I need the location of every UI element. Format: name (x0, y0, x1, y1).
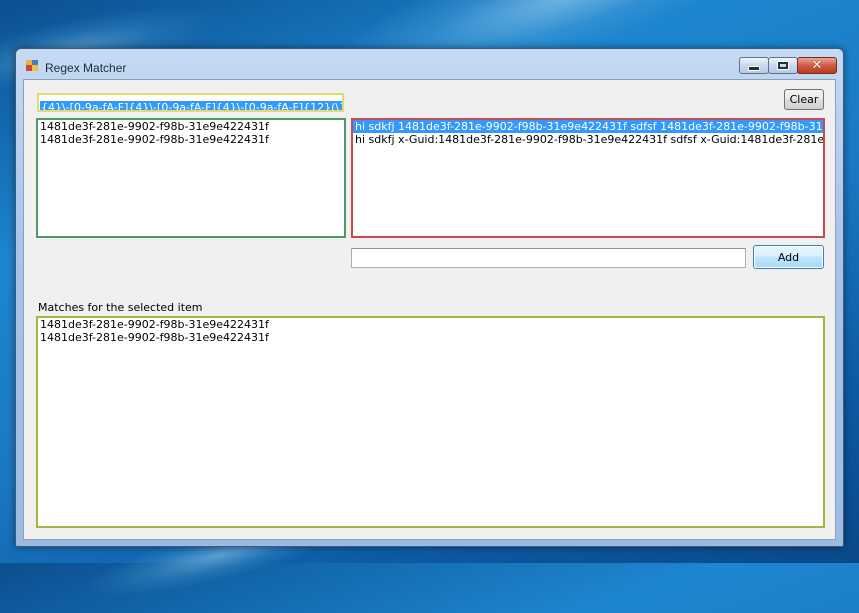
title-bar[interactable]: Regex Matcher ✕ (16, 49, 843, 80)
maximize-button[interactable] (768, 57, 798, 74)
list-item[interactable]: 1481de3f-281e-9902-f98b-31e9e422431f (38, 331, 823, 344)
maximize-icon (777, 61, 789, 70)
minimize-icon (748, 66, 760, 71)
add-button[interactable]: Add (753, 245, 824, 269)
list-item-selected[interactable]: hi sdkfj 1481de3f-281e-9902-f98b-31e9e42… (353, 120, 823, 133)
close-icon: ✕ (811, 58, 823, 73)
matches-list[interactable]: 1481de3f-281e-9902-f98b-31e9e422431f 148… (36, 316, 825, 528)
minimize-button[interactable] (739, 57, 769, 74)
list-item[interactable]: 1481de3f-281e-9902-f98b-31e9e422431f (38, 133, 344, 146)
client-area: {4}\-[0-9a-fA-F]{4}\-[0-9a-fA-F]{4}\-[0-… (23, 79, 836, 540)
regex-matcher-window: Regex Matcher ✕ {4}\-[0-9a-fA-F]{4}\-[0-… (15, 48, 844, 547)
caption-buttons: ✕ (739, 57, 837, 74)
list-item[interactable]: 1481de3f-281e-9902-f98b-31e9e422431f (38, 318, 823, 331)
window-title: Regex Matcher (45, 61, 127, 75)
list-item[interactable]: 1481de3f-281e-9902-f98b-31e9e422431f (38, 120, 344, 133)
app-icon (26, 60, 38, 71)
regex-input-text: {4}\-[0-9a-fA-F]{4}\-[0-9a-fA-F]{4}\-[0-… (40, 101, 342, 110)
clear-button[interactable]: Clear (784, 89, 824, 110)
matches-label: Matches for the selected item (38, 301, 203, 314)
list-item[interactable]: hi sdkfj x-Guid:1481de3f-281e-9902-f98b-… (353, 133, 823, 146)
add-item-input[interactable] (351, 248, 746, 268)
regex-input[interactable]: {4}\-[0-9a-fA-F]{4}\-[0-9a-fA-F]{4}\-[0-… (37, 93, 344, 112)
close-button[interactable]: ✕ (797, 57, 837, 74)
source-items-list[interactable]: hi sdkfj 1481de3f-281e-9902-f98b-31e9e42… (351, 118, 825, 238)
matched-items-list[interactable]: 1481de3f-281e-9902-f98b-31e9e422431f 148… (36, 118, 346, 238)
